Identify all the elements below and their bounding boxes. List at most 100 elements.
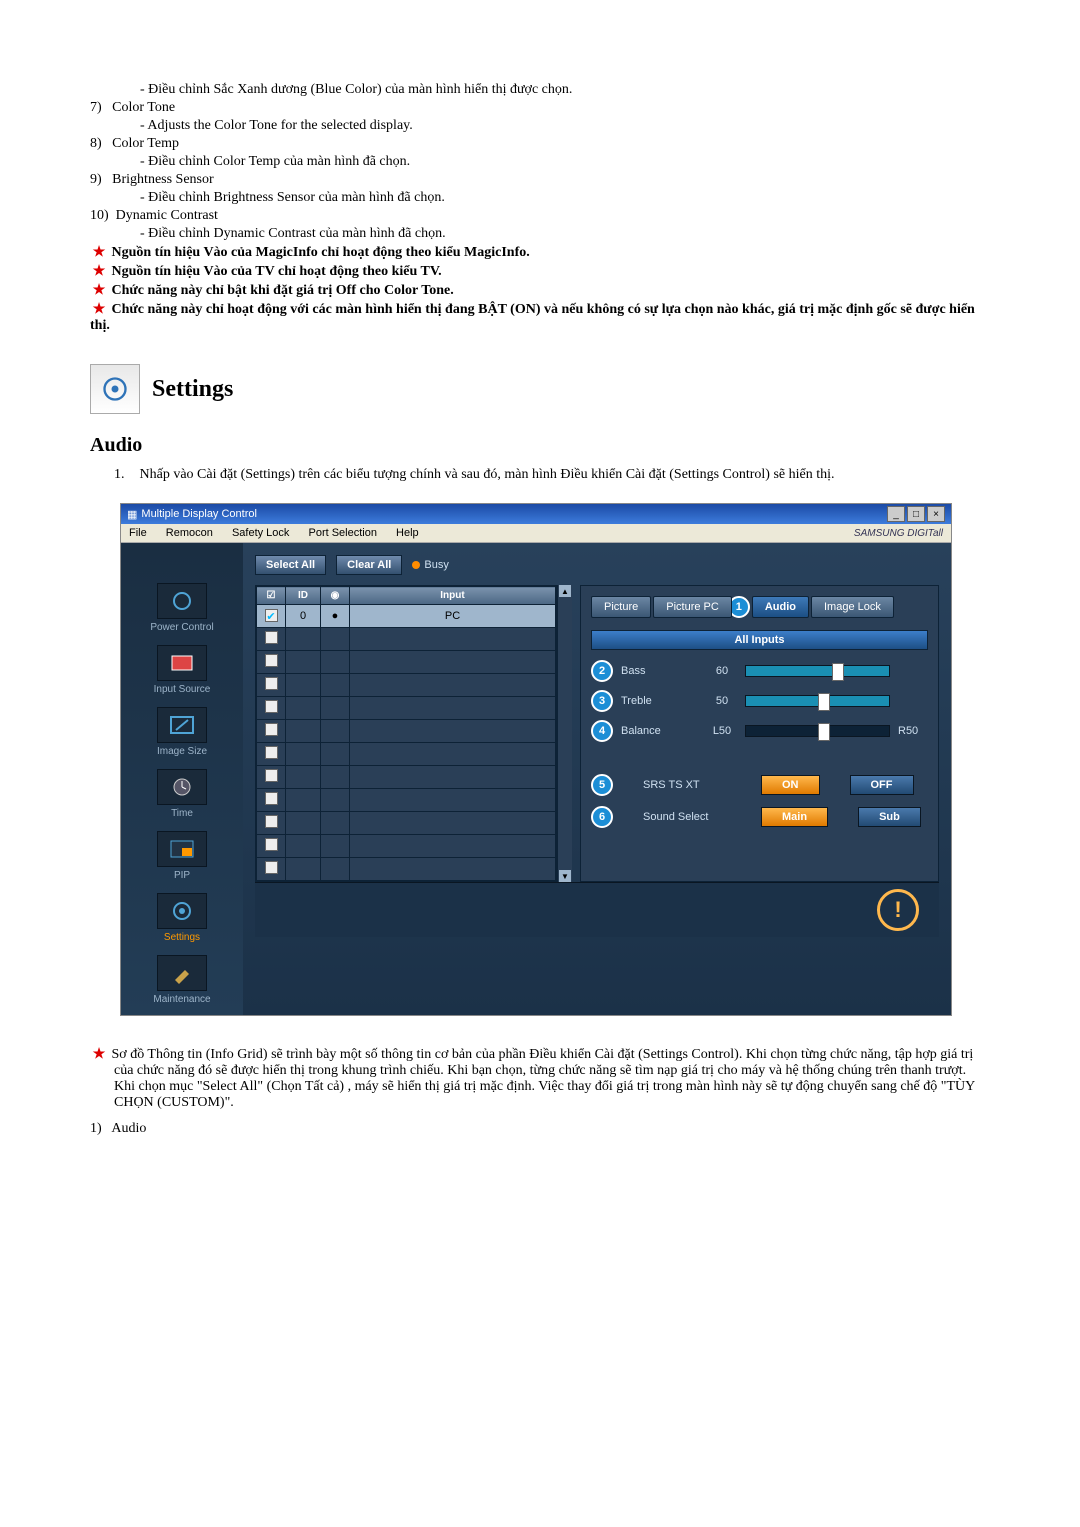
- menu-remocon[interactable]: Remocon: [166, 527, 213, 539]
- row-check[interactable]: [265, 700, 278, 713]
- row-check[interactable]: [265, 861, 278, 874]
- pip-icon: [157, 831, 207, 867]
- row-check[interactable]: ✔: [265, 609, 278, 622]
- row-balance: 4 Balance L50 R50: [591, 720, 928, 742]
- info-grid: ☑ ID ◉ Input ✔ 0 ● PC: [255, 585, 557, 882]
- table-row[interactable]: [257, 743, 556, 766]
- num-10: 10): [90, 208, 109, 223]
- label-color-tone: Color Tone: [112, 100, 175, 115]
- wrench-icon: [157, 955, 207, 991]
- row-check[interactable]: [265, 723, 278, 736]
- slider-treble[interactable]: [745, 695, 890, 707]
- minimize-button[interactable]: _: [887, 506, 905, 522]
- menu-help[interactable]: Help: [396, 527, 419, 539]
- busy-dot-icon: [412, 561, 420, 569]
- table-row[interactable]: [257, 674, 556, 697]
- clear-all-button[interactable]: Clear All: [336, 555, 402, 575]
- num-9: 9): [90, 172, 102, 187]
- slider-balance[interactable]: [745, 725, 890, 737]
- callout-2: 2: [591, 660, 613, 682]
- sidebar-item-input[interactable]: Input Source: [127, 645, 237, 695]
- sidebar-item-settings[interactable]: Settings: [127, 893, 237, 943]
- col-id[interactable]: ID: [286, 587, 321, 605]
- sidebar-label-settings: Settings: [127, 932, 237, 943]
- callout-3: 3: [591, 690, 613, 712]
- tab-picture-pc[interactable]: Picture PC: [653, 596, 732, 618]
- table-row[interactable]: [257, 835, 556, 858]
- row-bass: 2 Bass 60: [591, 660, 928, 682]
- star-icon: ★: [90, 244, 108, 261]
- item-7: 7) Color Tone: [90, 100, 990, 116]
- value-bass: 60: [707, 665, 737, 677]
- info-grid-note-text: Sơ đồ Thông tin (Info Grid) sẽ trình bày…: [112, 1047, 975, 1110]
- tab-audio[interactable]: Audio: [752, 596, 809, 618]
- label-dynamic-contrast: Dynamic Contrast: [116, 208, 218, 223]
- grid-scrollbar[interactable]: ▲ ▼: [557, 585, 572, 882]
- row-check[interactable]: [265, 769, 278, 782]
- table-row[interactable]: [257, 789, 556, 812]
- item-audio: 1) Audio: [90, 1121, 990, 1137]
- all-inputs-button[interactable]: All Inputs: [591, 630, 928, 650]
- col-input[interactable]: Input: [350, 587, 556, 605]
- step-text-1: Nhấp vào Cài đặt (Settings) trên các biể…: [140, 467, 835, 482]
- main-area: Select All Clear All Busy ☑ ID ◉: [243, 543, 951, 1015]
- scroll-down-icon[interactable]: ▼: [559, 870, 571, 882]
- sound-sub-button[interactable]: Sub: [858, 807, 921, 827]
- row-check[interactable]: [265, 677, 278, 690]
- table-row[interactable]: [257, 766, 556, 789]
- sound-main-button[interactable]: Main: [761, 807, 828, 827]
- row-check[interactable]: [265, 838, 278, 851]
- close-button[interactable]: ×: [927, 506, 945, 522]
- item-9: 9) Brightness Sensor: [90, 172, 990, 188]
- menu-port-selection[interactable]: Port Selection: [308, 527, 376, 539]
- row-check[interactable]: [265, 792, 278, 805]
- label-brightness-sensor: Brightness Sensor: [112, 172, 214, 187]
- scroll-up-icon[interactable]: ▲: [559, 585, 571, 597]
- table-row[interactable]: [257, 720, 556, 743]
- step-num-1: 1.: [114, 467, 136, 483]
- tab-image-lock[interactable]: Image Lock: [811, 596, 894, 618]
- sidebar-item-image[interactable]: Image Size: [127, 707, 237, 757]
- srs-on-button[interactable]: ON: [761, 775, 820, 795]
- table-row[interactable]: [257, 697, 556, 720]
- sidebar-label-time: Time: [127, 808, 237, 819]
- sidebar-label-pip: PIP: [127, 870, 237, 881]
- sidebar: Power Control Input Source Image Size Ti…: [121, 543, 243, 1015]
- select-all-button[interactable]: Select All: [255, 555, 326, 575]
- sidebar-item-maint[interactable]: Maintenance: [127, 955, 237, 1005]
- menu-safety-lock[interactable]: Safety Lock: [232, 527, 289, 539]
- row-check[interactable]: [265, 815, 278, 828]
- col-check[interactable]: ☑: [257, 587, 286, 605]
- callout-4: 4: [591, 720, 613, 742]
- col-lamp[interactable]: ◉: [321, 587, 350, 605]
- menu-file[interactable]: File: [129, 527, 147, 539]
- tab-picture[interactable]: Picture: [591, 596, 651, 618]
- star-icon: ★: [90, 1046, 108, 1063]
- table-row[interactable]: [257, 651, 556, 674]
- table-row[interactable]: [257, 628, 556, 651]
- row-check[interactable]: [265, 746, 278, 759]
- label-treble: Treble: [621, 695, 699, 707]
- sidebar-item-pip[interactable]: PIP: [127, 831, 237, 881]
- sidebar-item-time[interactable]: Time: [127, 769, 237, 819]
- app-icon: ▦: [127, 508, 137, 521]
- settings-title: Settings: [152, 376, 233, 403]
- row-treble: 3 Treble 50: [591, 690, 928, 712]
- table-row[interactable]: [257, 812, 556, 835]
- note-3-text: Chức năng này chỉ bật khi đặt giá trị Of…: [112, 283, 454, 298]
- settings-panel: Picture Picture PC 1 Audio Image Lock Al…: [580, 585, 939, 882]
- label-color-temp: Color Temp: [112, 136, 179, 151]
- srs-off-button[interactable]: OFF: [850, 775, 914, 795]
- row-check[interactable]: [265, 631, 278, 644]
- slider-bass[interactable]: [745, 665, 890, 677]
- audio-step-1: 1. Nhấp vào Cài đặt (Settings) trên các …: [90, 467, 990, 483]
- row-check[interactable]: [265, 654, 278, 667]
- sidebar-item-power[interactable]: Power Control: [127, 583, 237, 633]
- star-icon: ★: [90, 301, 108, 318]
- table-row[interactable]: [257, 858, 556, 881]
- time-icon: [157, 769, 207, 805]
- sidebar-label-input: Input Source: [127, 684, 237, 695]
- table-row[interactable]: ✔ 0 ● PC: [257, 605, 556, 628]
- value-balance-r: R50: [898, 725, 928, 737]
- maximize-button[interactable]: □: [907, 506, 925, 522]
